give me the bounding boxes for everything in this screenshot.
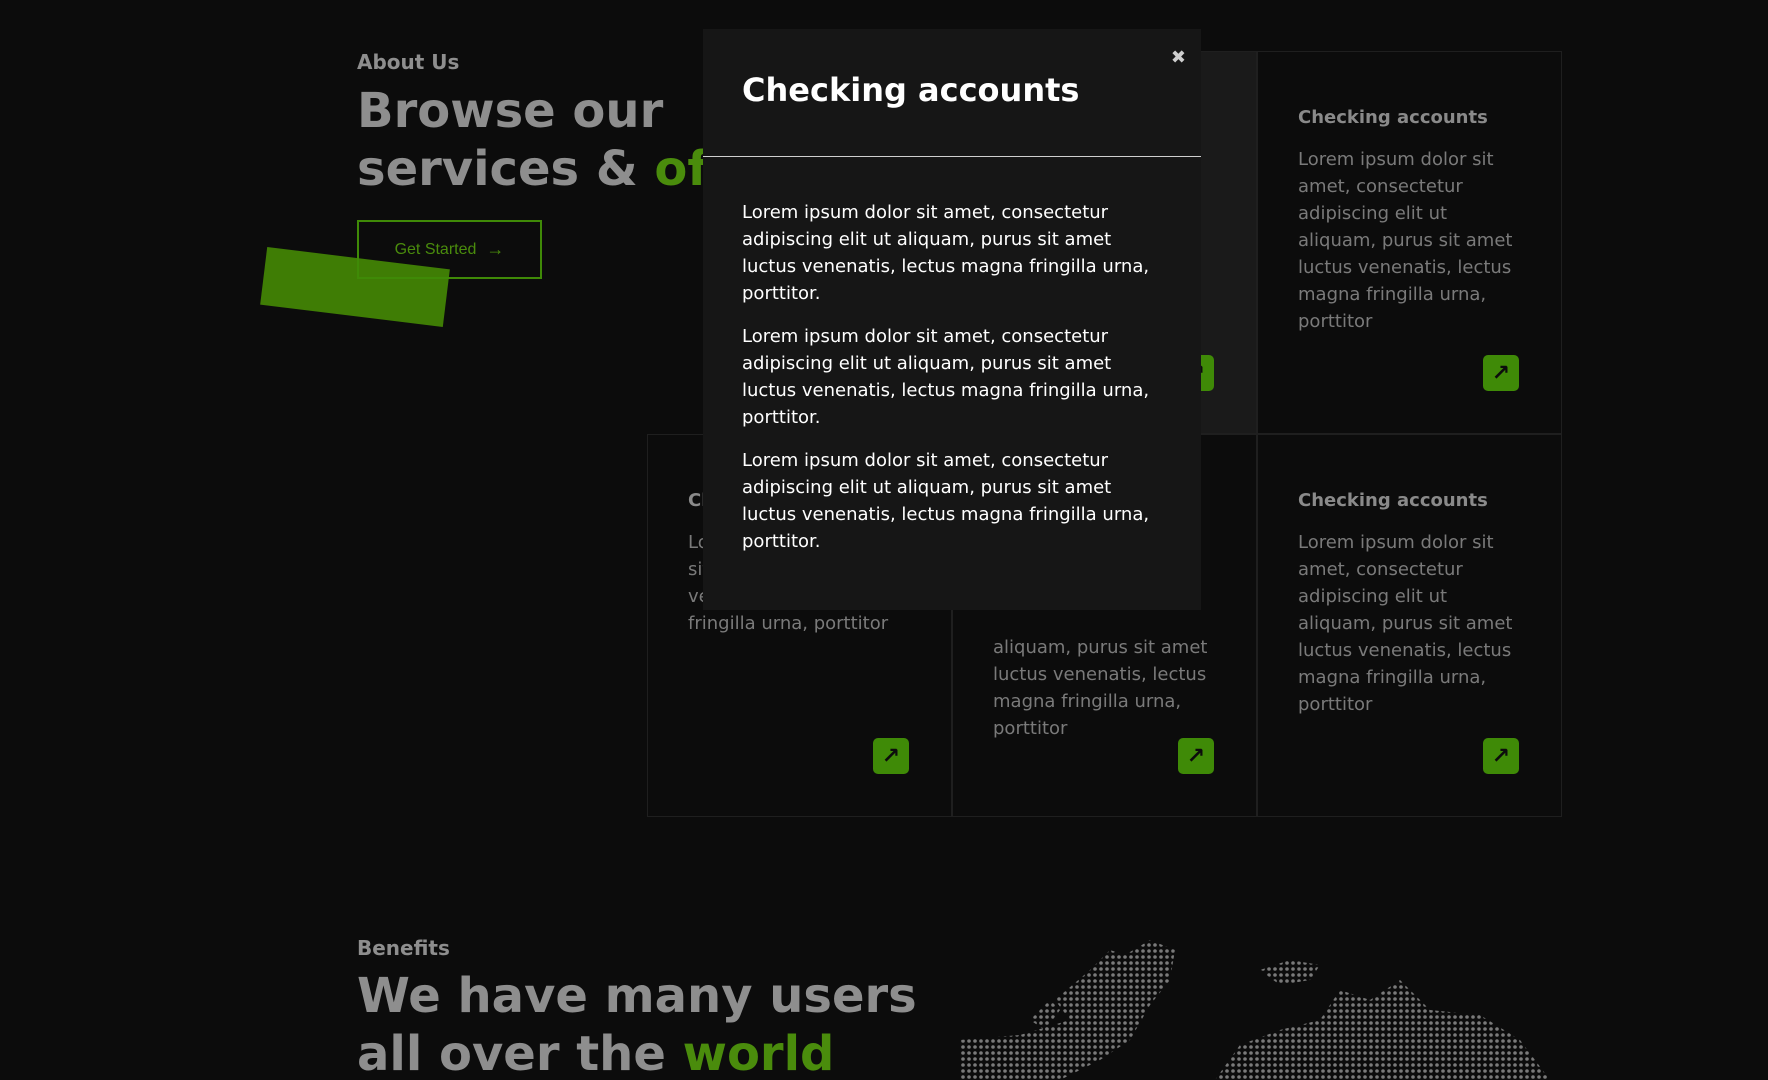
- close-icon[interactable]: ✖: [1171, 47, 1186, 68]
- modal-title: Checking accounts: [742, 71, 1080, 109]
- world-map-image: [960, 940, 1550, 1080]
- card-text: Lorem ipsum dolor sit amet, consectetur …: [1298, 149, 1513, 332]
- benefits-heading-line1: We have many users: [357, 968, 917, 1024]
- modal-paragraph: Lorem ipsum dolor sit amet, consectetur …: [742, 450, 1150, 552]
- arrow-up-right-icon[interactable]: ↗: [873, 738, 909, 774]
- service-card[interactable]: Checking accounts Lorem ipsum dolor sit …: [1257, 51, 1562, 434]
- benefits-kicker: Benefits: [357, 936, 450, 960]
- modal-body: Lorem ipsum dolor sit amet, consectetur …: [703, 157, 1201, 555]
- about-kicker: About Us: [357, 50, 460, 74]
- card-text: Lorem ipsum dolor sit amet, consectetur …: [1298, 532, 1513, 715]
- get-started-button[interactable]: Get Started →: [357, 220, 542, 279]
- card-title: Checking accounts: [1298, 107, 1488, 128]
- get-started-label: Get Started: [394, 240, 477, 258]
- benefits-heading: We have many users all over the world: [357, 967, 917, 1080]
- modal-header: Checking accounts ✖: [703, 29, 1201, 157]
- modal-paragraph: Lorem ipsum dolor sit amet, consectetur …: [742, 326, 1150, 428]
- benefits-heading-accent: world: [682, 1026, 835, 1080]
- arrow-up-right-icon[interactable]: ↗: [1483, 738, 1519, 774]
- card-text: aliquam, purus sit amet luctus venenatis…: [993, 637, 1208, 739]
- about-heading-line2: services &: [357, 141, 655, 197]
- service-modal: Checking accounts ✖ Lorem ipsum dolor si…: [703, 29, 1201, 610]
- arrow-right-icon: →: [486, 239, 505, 259]
- modal-paragraph: Lorem ipsum dolor sit amet, consectetur …: [742, 202, 1150, 304]
- arrow-up-right-icon[interactable]: ↗: [1178, 738, 1214, 774]
- arrow-up-right-icon[interactable]: ↗: [1483, 355, 1519, 391]
- service-card[interactable]: Checking accounts Lorem ipsum dolor sit …: [1257, 434, 1562, 817]
- benefits-heading-line2: all over the: [357, 1026, 683, 1080]
- card-title: Checking accounts: [1298, 490, 1488, 511]
- about-heading-line1: Browse our: [357, 83, 664, 139]
